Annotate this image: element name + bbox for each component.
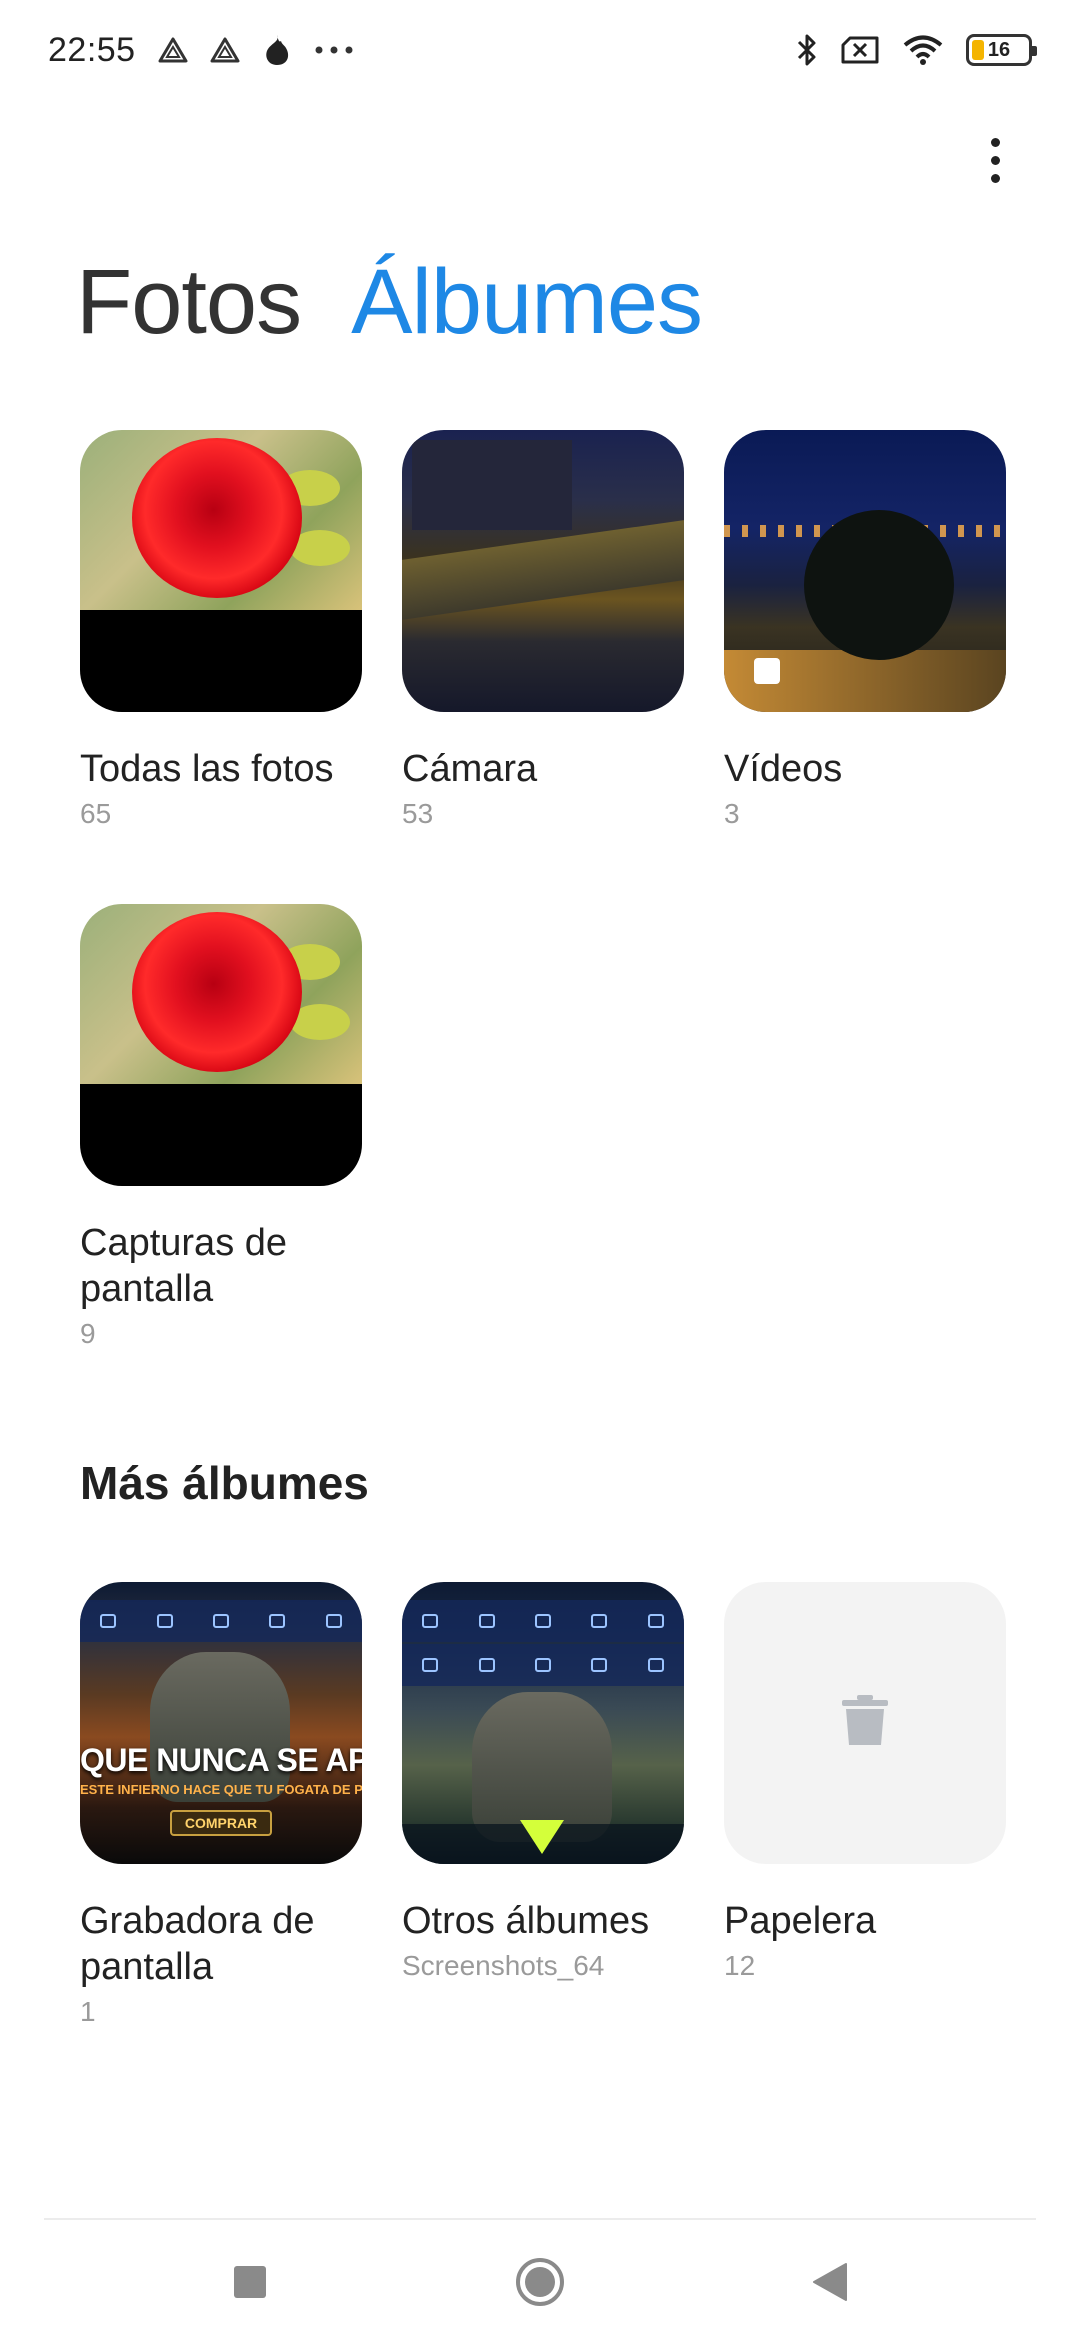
album-thumbnail[interactable] — [402, 1582, 684, 1864]
triangle-alert-icon — [210, 36, 240, 64]
more-vert-icon[interactable] — [970, 130, 1020, 190]
album-name: Grabadora de pantalla — [80, 1900, 315, 1988]
album-papelera[interactable]: Papelera 12 — [724, 1582, 1006, 2028]
tab-bar: Fotos Álbumes — [76, 250, 703, 355]
tab-fotos[interactable]: Fotos — [76, 250, 302, 355]
album-thumbnail[interactable] — [402, 430, 684, 712]
album-thumbnail[interactable] — [724, 1582, 1006, 1864]
album-count: 3 — [724, 798, 740, 829]
album-grabadora-de-pantalla[interactable]: QUE NUNCA SE APAGUE ESTE INFIERNO HACE Q… — [80, 1582, 362, 2028]
battery-fill — [972, 40, 984, 60]
album-name: Otros álbumes — [402, 1900, 650, 1942]
album-count: 12 — [724, 1950, 756, 1981]
no-sim-icon — [840, 35, 880, 65]
video-icon — [754, 658, 780, 684]
album-thumbnail[interactable] — [80, 904, 362, 1186]
game-banner-headline: QUE NUNCA SE APAGUE — [80, 1742, 362, 1778]
album-count: 9 — [80, 1318, 96, 1349]
wifi-icon — [902, 34, 944, 66]
album-thumbnail[interactable]: QUE NUNCA SE APAGUE ESTE INFIERNO HACE Q… — [80, 1582, 362, 1864]
album-name: Cámara — [402, 748, 538, 790]
gallery-screen: 22:55 16 Fotos Álbumes Todas las fotos 6… — [0, 0, 1080, 2340]
album-thumbnail[interactable] — [724, 430, 1006, 712]
album-thumbnail[interactable] — [80, 430, 362, 712]
bluetooth-icon — [796, 32, 818, 68]
status-time: 22:55 — [48, 30, 136, 69]
album-name: Papelera — [724, 1900, 877, 1942]
triangle-alert-icon — [158, 36, 188, 64]
album-count: 1 — [80, 1996, 96, 2027]
album-name: Capturas de pantalla — [80, 1222, 288, 1310]
album-videos[interactable]: Vídeos 3 — [724, 430, 1006, 830]
trash-icon — [840, 1694, 890, 1752]
game-buy-button: COMPRAR — [170, 1810, 272, 1836]
more-dots-icon — [314, 45, 354, 55]
album-name: Vídeos — [724, 748, 843, 790]
tab-albumes[interactable]: Álbumes — [351, 250, 703, 355]
navigation-bar — [0, 2224, 1080, 2340]
back-triangle-icon[interactable] — [795, 2247, 865, 2317]
album-name: Todas las fotos — [80, 748, 334, 790]
battery-level: 16 — [987, 38, 1011, 61]
album-count: 53 — [402, 798, 434, 829]
album-otros-albumes[interactable]: Otros álbumes Screenshots_64 — [402, 1582, 684, 2028]
more-albums-grid: QUE NUNCA SE APAGUE ESTE INFIERNO HACE Q… — [80, 1582, 1006, 2028]
game-banner-subline: ESTE INFIERNO HACE QUE TU FOGATA DE PENA — [80, 1782, 362, 1797]
album-count: Screenshots_64 — [402, 1950, 605, 1981]
flame-icon — [262, 33, 292, 67]
album-todas-las-fotos[interactable]: Todas las fotos 65 — [80, 430, 362, 830]
albums-grid: Todas las fotos 65 Cámara 53 Vídeos 3 Ca… — [80, 430, 1006, 1350]
album-count: 65 — [80, 798, 112, 829]
nav-divider — [44, 2218, 1036, 2220]
recents-square-icon[interactable] — [215, 2247, 285, 2317]
album-camara[interactable]: Cámara 53 — [402, 430, 684, 830]
battery-icon: 16 — [966, 34, 1037, 66]
album-capturas-de-pantalla[interactable]: Capturas de pantalla 9 — [80, 904, 362, 1350]
home-circle-icon[interactable] — [505, 2247, 575, 2317]
status-bar: 22:55 16 — [0, 0, 1080, 100]
section-title-more-albums: Más álbumes — [80, 1457, 369, 1509]
